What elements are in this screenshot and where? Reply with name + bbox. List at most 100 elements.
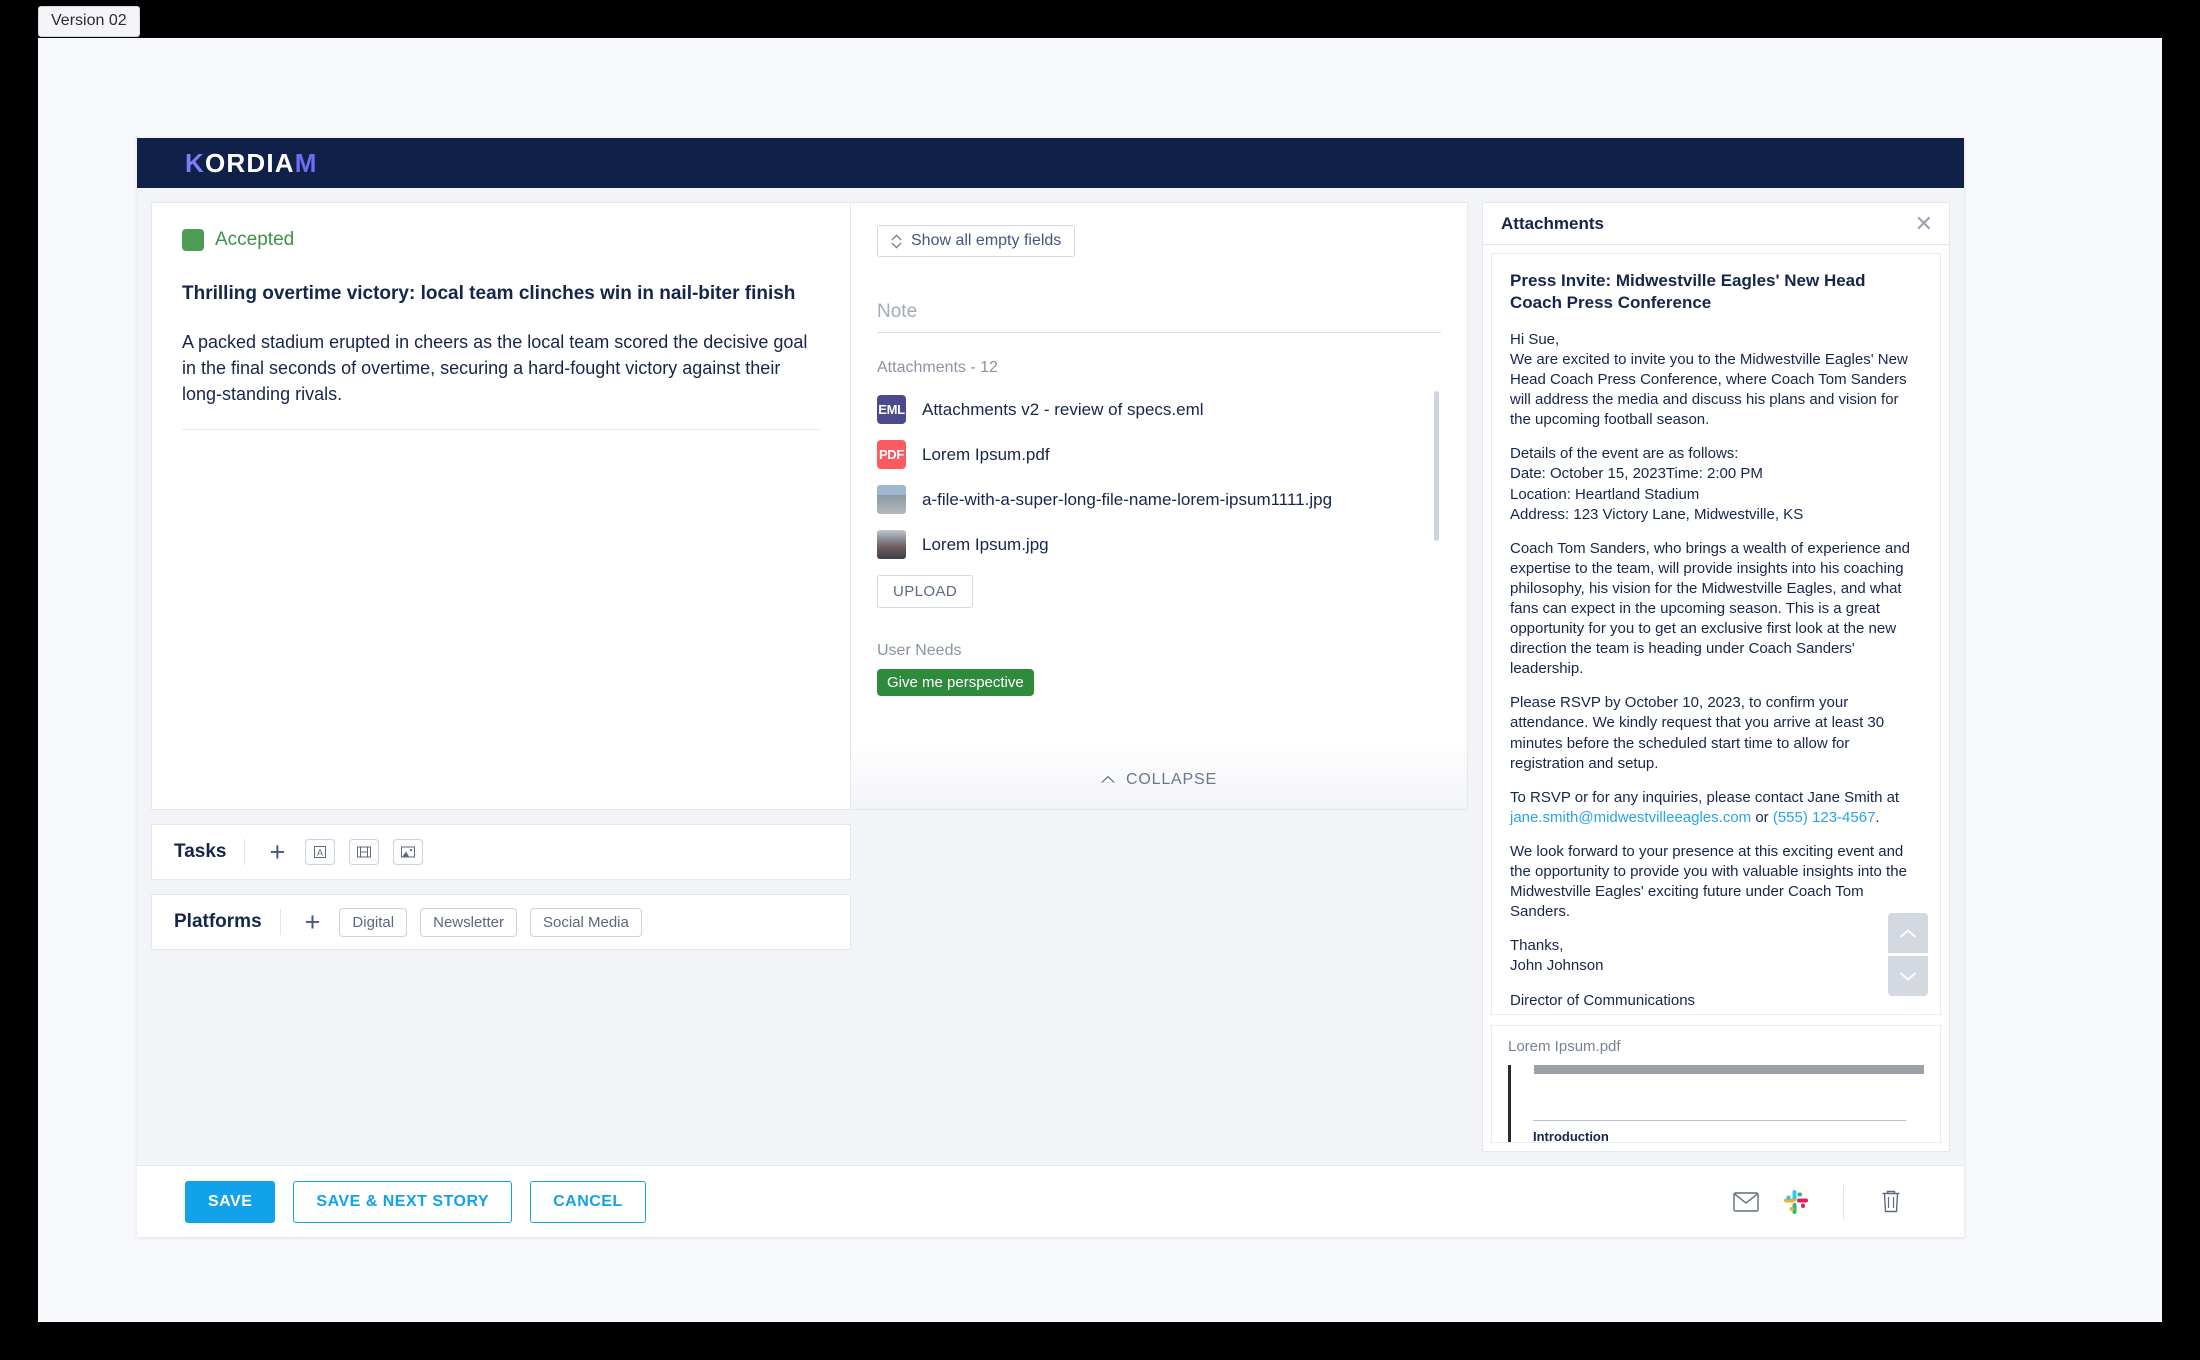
platform-chip-digital[interactable]: Digital: [339, 908, 407, 937]
add-platform-button[interactable]: +: [299, 909, 327, 936]
pdf-page-header-band: [1534, 1065, 1924, 1074]
action-footer: SAVE SAVE & NEXT STORY CANCEL: [137, 1165, 1964, 1237]
middle-filler: [851, 810, 1468, 1165]
email-preview[interactable]: Press Invite: Midwestville Eagles' New H…: [1491, 253, 1941, 1015]
rsvp-email-link[interactable]: jane.smith@midwestvilleeagles.com: [1510, 809, 1751, 826]
scroll-down-button[interactable]: [1888, 956, 1928, 996]
note-field[interactable]: Note: [877, 301, 1441, 333]
signoff-thanks: Thanks,: [1510, 937, 1563, 954]
list-item[interactable]: PDF Lorem Ipsum.pdf: [877, 432, 1441, 477]
email-rsvp-contact: To RSVP or for any inquiries, please con…: [1510, 788, 1922, 828]
list-item[interactable]: desk-net_hamburg-022.jpg: [877, 567, 1441, 569]
detail-date: Date: October 15, 2023Time: 2:00 PM: [1510, 465, 1763, 482]
platform-chip-newsletter[interactable]: Newsletter: [420, 908, 517, 937]
upload-button[interactable]: UPLOAD: [877, 575, 973, 608]
app-body: Accepted Thrilling overtime victory: loc…: [137, 188, 1964, 1165]
email-intro-text: We are excited to invite you to the Midw…: [1510, 351, 1908, 428]
email-signature-block: Director of Communications Midwestville …: [1510, 991, 1922, 1016]
divider: [280, 909, 281, 935]
collapse-button[interactable]: COLLAPSE: [851, 713, 1467, 809]
scroll-up-button[interactable]: [1888, 913, 1928, 953]
cancel-button[interactable]: CANCEL: [530, 1181, 646, 1223]
left-filler: [151, 950, 851, 1165]
add-task-button[interactable]: +: [263, 839, 291, 866]
pdf-section-heading: Introduction: [1533, 1129, 1924, 1143]
panel-title: Attachments: [1501, 214, 1604, 234]
signature-role: Director of Communications: [1510, 992, 1695, 1009]
right-panel: Attachments ✕ Press Invite: Midwestville…: [1482, 202, 1950, 1165]
trash-icon[interactable]: [1866, 1189, 1916, 1214]
attachment-name: Attachments v2 - review of specs.eml: [922, 400, 1204, 420]
logo-prefix: K: [185, 150, 205, 176]
collapse-label: COLLAPSE: [1126, 771, 1217, 789]
footer-icon-group: [1721, 1185, 1916, 1219]
attachment-name: Lorem Ipsum.pdf: [922, 445, 1050, 465]
signoff-name: John Johnson: [1510, 957, 1603, 974]
detail-location: Location: Heartland Stadium: [1510, 486, 1699, 503]
story-headline[interactable]: Thrilling overtime victory: local team c…: [182, 281, 820, 307]
rsvp-or: or: [1755, 809, 1768, 826]
show-empty-fields-button[interactable]: Show all empty fields: [877, 225, 1075, 257]
status-badge-swatch: [182, 229, 204, 251]
status-row[interactable]: Accepted: [182, 229, 820, 251]
video-task-icon[interactable]: [349, 839, 379, 865]
details-header: Details of the event are as follows:: [1510, 445, 1738, 462]
attachments-scrollbar[interactable]: [1434, 391, 1439, 541]
close-icon[interactable]: ✕: [1915, 213, 1933, 235]
attachments-count-label: Attachments - 12: [877, 359, 1441, 377]
image-task-icon[interactable]: [393, 839, 423, 865]
attachment-name: a-file-with-a-super-long-file-name-lorem…: [922, 490, 1332, 510]
user-needs-chip[interactable]: Give me perspective: [877, 669, 1034, 696]
middle-column: Show all empty fields Note Attachments -…: [851, 202, 1468, 1165]
story-card: Accepted Thrilling overtime victory: loc…: [151, 202, 851, 810]
status-badge: Accepted: [215, 229, 294, 251]
user-needs-label: User Needs: [877, 642, 1441, 660]
rsvp-lead: To RSVP or for any inquiries, please con…: [1510, 789, 1899, 806]
list-item[interactable]: EML Attachments v2 - review of specs.eml: [877, 387, 1441, 432]
list-item[interactable]: Lorem Ipsum.jpg: [877, 522, 1441, 567]
divider: [244, 839, 245, 865]
text-task-icon[interactable]: A: [305, 839, 335, 865]
email-closing-paragraph: We look forward to your presence at this…: [1510, 842, 1922, 922]
version-badge: Version 02: [38, 6, 140, 37]
image-thumbnail: [877, 530, 906, 559]
email-subject: Press Invite: Midwestville Eagles' New H…: [1510, 270, 1922, 315]
svg-text:A: A: [317, 848, 323, 858]
rsvp-period: .: [1875, 809, 1879, 826]
logo-suffix: M: [295, 150, 318, 176]
platforms-title: Platforms: [174, 911, 262, 933]
slack-icon[interactable]: [1771, 1189, 1821, 1215]
detail-address: Address: 123 Victory Lane, Midwestville,…: [1510, 506, 1803, 523]
email-details: Details of the event are as follows: Dat…: [1510, 444, 1922, 524]
updown-chevron-icon: [891, 234, 902, 249]
email-signoff: Thanks, John Johnson: [1510, 936, 1922, 976]
app-topbar: KORDIAM: [137, 138, 1964, 188]
tasks-section: Tasks + A: [151, 824, 851, 880]
left-column: Accepted Thrilling overtime victory: loc…: [151, 202, 851, 1165]
rsvp-phone-link[interactable]: (555) 123-4567: [1773, 809, 1876, 826]
platform-chip-social-media[interactable]: Social Media: [530, 908, 642, 937]
eml-file-icon: EML: [877, 395, 906, 424]
page-canvas: KORDIAM Accepted Thrilling overtime vict…: [38, 38, 2162, 1322]
pdf-page: Introduction: [1508, 1065, 1924, 1143]
story-teaser[interactable]: A packed stadium erupted in cheers as th…: [182, 329, 820, 430]
email-greeting: Hi Sue,: [1510, 331, 1559, 348]
fields-card: Show all empty fields Note Attachments -…: [851, 202, 1468, 810]
save-and-next-story-button[interactable]: SAVE & NEXT STORY: [293, 1181, 512, 1223]
attachment-name: Lorem Ipsum.jpg: [922, 535, 1049, 555]
email-coach-paragraph: Coach Tom Sanders, who brings a wealth o…: [1510, 539, 1922, 680]
preview-nav-buttons: [1888, 913, 1928, 996]
logo-middle: ORDIA: [205, 150, 295, 176]
save-button[interactable]: SAVE: [185, 1181, 275, 1223]
attachments-panel-header: Attachments ✕: [1483, 203, 1949, 245]
image-thumbnail: [877, 485, 906, 514]
signature-org: Midwestville Eagles Football: [1510, 1012, 1698, 1015]
divider: [1843, 1185, 1844, 1219]
list-item[interactable]: a-file-with-a-super-long-file-name-lorem…: [877, 477, 1441, 522]
kordiam-logo: KORDIAM: [185, 150, 318, 176]
pdf-preview[interactable]: Lorem Ipsum.pdf Introduction: [1491, 1025, 1941, 1143]
attachments-preview-card: Attachments ✕ Press Invite: Midwestville…: [1482, 202, 1950, 1152]
mail-icon[interactable]: [1721, 1192, 1771, 1212]
tasks-title: Tasks: [174, 841, 226, 863]
pdf-rule: [1533, 1120, 1906, 1121]
